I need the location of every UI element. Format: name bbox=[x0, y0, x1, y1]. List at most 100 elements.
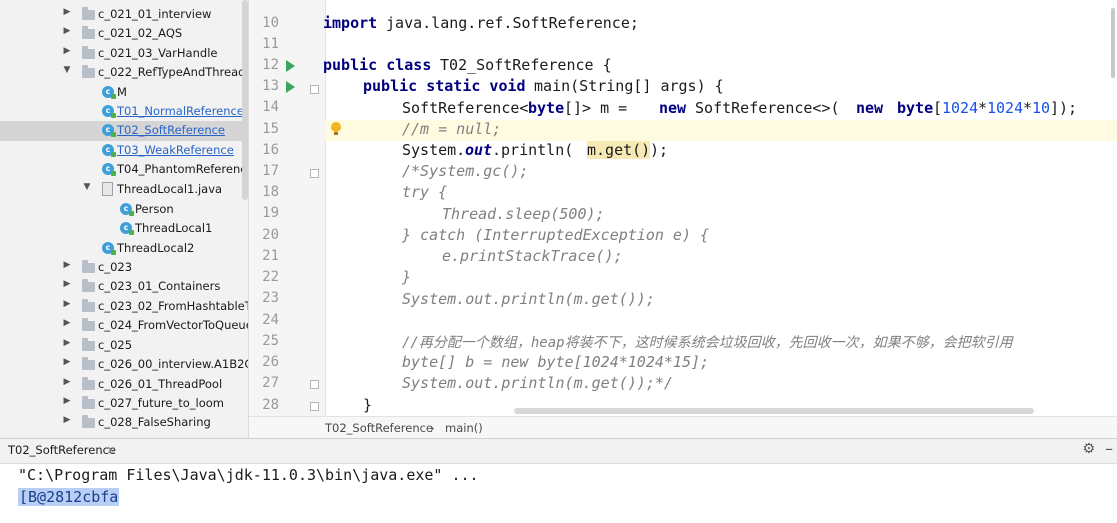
tree-item-c-023-01-containers[interactable]: ▶ c_023_01_Containers bbox=[0, 277, 248, 297]
class-icon: c bbox=[120, 203, 134, 216]
code-token: 1024 bbox=[987, 99, 1024, 117]
lightbulb-icon[interactable] bbox=[331, 122, 341, 135]
console-output-line[interactable]: [B@2812cbfa bbox=[18, 488, 120, 506]
line-number: 10 bbox=[262, 15, 279, 31]
code-token: SoftReference<>( bbox=[686, 99, 840, 117]
ide-window: ▶ c_021_01_interview ▶ c_021_02_AQS ▶ c_… bbox=[0, 0, 1117, 523]
tree-item-t04-phantomreference[interactable]: c T04_PhantomReference bbox=[0, 160, 248, 180]
breadcrumb-separator: › bbox=[430, 421, 435, 435]
tree-item-label: T02_SoftReference bbox=[117, 123, 226, 137]
code-line-16: System. out .println( m.get() ); bbox=[325, 141, 1117, 162]
minimize-icon[interactable]: – bbox=[1105, 439, 1113, 458]
tree-item-threadlocal1-java[interactable]: ▼ ThreadLocal1.java bbox=[0, 180, 248, 200]
tree-item-threadlocal1[interactable]: c ThreadLocal1 bbox=[0, 219, 248, 239]
editor-horizontal-scrollbar[interactable] bbox=[514, 408, 1034, 414]
folder-icon bbox=[82, 415, 95, 428]
folder-icon bbox=[82, 338, 95, 351]
close-icon[interactable]: × bbox=[106, 443, 116, 457]
code-line-14: SoftReference< byte []> m = new SoftRefe… bbox=[325, 99, 1117, 120]
folder-icon bbox=[82, 396, 95, 409]
code-token: System. bbox=[402, 141, 466, 159]
run-main-icon[interactable] bbox=[286, 81, 295, 93]
fold-icon[interactable] bbox=[310, 169, 319, 178]
chevron-down-icon[interactable]: ▼ bbox=[62, 65, 72, 75]
folder-icon bbox=[82, 299, 95, 312]
class-icon: c bbox=[102, 242, 116, 255]
tree-item-person[interactable]: c Person bbox=[0, 200, 248, 220]
code-token: java.lang.ref.SoftReference; bbox=[377, 14, 639, 32]
chevron-right-icon[interactable]: ▶ bbox=[62, 377, 72, 387]
code-line-10: import java.lang.ref.SoftReference; bbox=[323, 14, 1117, 35]
code-token: } catch (InterruptedException e) { bbox=[402, 226, 710, 244]
class-icon: c bbox=[102, 105, 116, 118]
line-number: 24 bbox=[262, 312, 279, 328]
tree-item-t02-softreference[interactable]: c T02_SoftReference bbox=[0, 121, 248, 141]
fold-icon[interactable] bbox=[310, 85, 319, 94]
tree-item-c-023[interactable]: ▶ c_023 bbox=[0, 258, 248, 278]
code-token: []> m = bbox=[564, 99, 637, 117]
tree-item-label: Person bbox=[135, 202, 174, 216]
tree-item-c-026-01-threadpool[interactable]: ▶ c_026_01_ThreadPool bbox=[0, 375, 248, 395]
tree-item-c-022-reftype[interactable]: ▼ c_022_RefTypeAndThreadLo bbox=[0, 63, 248, 83]
code-area[interactable]: import java.lang.ref.SoftReference; publ… bbox=[323, 0, 1117, 416]
tree-item-c-028-falsesharing[interactable]: ▶ c_028_FalseSharing bbox=[0, 413, 248, 433]
tree-item-label: c_024_FromVectorToQueue bbox=[98, 318, 249, 332]
code-token: m.get() bbox=[587, 141, 651, 159]
tree-scrollbar[interactable] bbox=[242, 0, 248, 200]
tree-item-m[interactable]: c M bbox=[0, 83, 248, 103]
chevron-right-icon[interactable]: ▶ bbox=[62, 357, 72, 367]
code-line-23: System.out.println(m.get()); bbox=[325, 290, 1117, 311]
code-line-20: } catch (InterruptedException e) { bbox=[325, 226, 1117, 247]
chevron-right-icon[interactable]: ▶ bbox=[62, 279, 72, 289]
code-token: import bbox=[323, 14, 378, 32]
code-token: System.out.println(m.get());*/ bbox=[402, 374, 673, 392]
console-output-line: "C:\Program Files\Java\jdk-11.0.3\bin\ja… bbox=[18, 466, 479, 484]
chevron-right-icon[interactable]: ▶ bbox=[62, 7, 72, 17]
folder-icon bbox=[82, 357, 95, 370]
tree-item-c-025[interactable]: ▶ c_025 bbox=[0, 336, 248, 356]
tree-item-threadlocal2[interactable]: c ThreadLocal2 bbox=[0, 239, 248, 259]
code-token: /*System.gc(); bbox=[402, 162, 529, 180]
tree-item-c-021-01-interview[interactable]: ▶ c_021_01_interview bbox=[0, 5, 248, 25]
chevron-right-icon[interactable]: ▶ bbox=[62, 299, 72, 309]
line-number: 14 bbox=[262, 99, 279, 115]
chevron-right-icon[interactable]: ▶ bbox=[62, 318, 72, 328]
tree-item-c-023-02-fromhashtable[interactable]: ▶ c_023_02_FromHashtableTo bbox=[0, 297, 248, 317]
editor-scrollbar[interactable] bbox=[1111, 8, 1115, 78]
tree-item-t03-weakreference[interactable]: c T03_WeakReference bbox=[0, 141, 248, 161]
chevron-right-icon[interactable]: ▶ bbox=[62, 46, 72, 56]
breadcrumb-method[interactable]: main() bbox=[445, 421, 483, 435]
fold-icon[interactable] bbox=[310, 402, 319, 411]
chevron-right-icon[interactable]: ▶ bbox=[62, 396, 72, 406]
chevron-right-icon[interactable]: ▶ bbox=[62, 415, 72, 425]
chevron-right-icon[interactable]: ▶ bbox=[62, 260, 72, 270]
fold-icon[interactable] bbox=[310, 380, 319, 389]
chevron-down-icon[interactable]: ▼ bbox=[82, 182, 92, 192]
tree-item-c-021-03-varhandle[interactable]: ▶ c_021_03_VarHandle bbox=[0, 44, 248, 64]
tree-item-c-026-00-interview[interactable]: ▶ c_026_00_interview.A1B2C3 bbox=[0, 355, 248, 375]
code-token: [ bbox=[933, 99, 943, 117]
code-editor[interactable]: 9 10 11 12 13 14 15 16 17 18 19 20 21 22… bbox=[249, 0, 1117, 438]
code-line-15: //m = null; bbox=[325, 120, 1117, 141]
chevron-right-icon[interactable]: ▶ bbox=[62, 338, 72, 348]
folder-icon bbox=[82, 46, 95, 59]
folder-icon bbox=[82, 377, 95, 390]
code-line-18: try { bbox=[325, 183, 1117, 204]
tree-item-c-021-02-aqs[interactable]: ▶ c_021_02_AQS bbox=[0, 24, 248, 44]
run-tab-bar: T02_SoftReference × ⚙ – bbox=[0, 439, 1117, 464]
tree-item-label: T03_WeakReference bbox=[117, 143, 234, 157]
gear-icon[interactable]: ⚙ bbox=[1082, 441, 1095, 457]
tree-item-c-027-future-to-loom[interactable]: ▶ c_027_future_to_loom bbox=[0, 394, 248, 414]
code-token: //m = null; bbox=[402, 120, 502, 138]
breadcrumb-class[interactable]: T02_SoftReference bbox=[325, 421, 433, 435]
run-tab[interactable]: T02_SoftReference bbox=[4, 441, 120, 461]
chevron-right-icon[interactable]: ▶ bbox=[62, 26, 72, 36]
tree-item-c-024-fromvectortoqueue[interactable]: ▶ c_024_FromVectorToQueue bbox=[0, 316, 248, 336]
java-file-icon bbox=[102, 182, 113, 196]
tree-item-t01-normalreference[interactable]: c T01_NormalReference bbox=[0, 102, 248, 122]
run-class-icon[interactable] bbox=[286, 60, 295, 72]
tree-item-label: c_026_01_ThreadPool bbox=[98, 377, 223, 391]
code-token: byte bbox=[897, 99, 934, 117]
class-icon: c bbox=[102, 163, 116, 176]
tree-item-label: c_022_RefTypeAndThreadLo bbox=[98, 65, 249, 79]
